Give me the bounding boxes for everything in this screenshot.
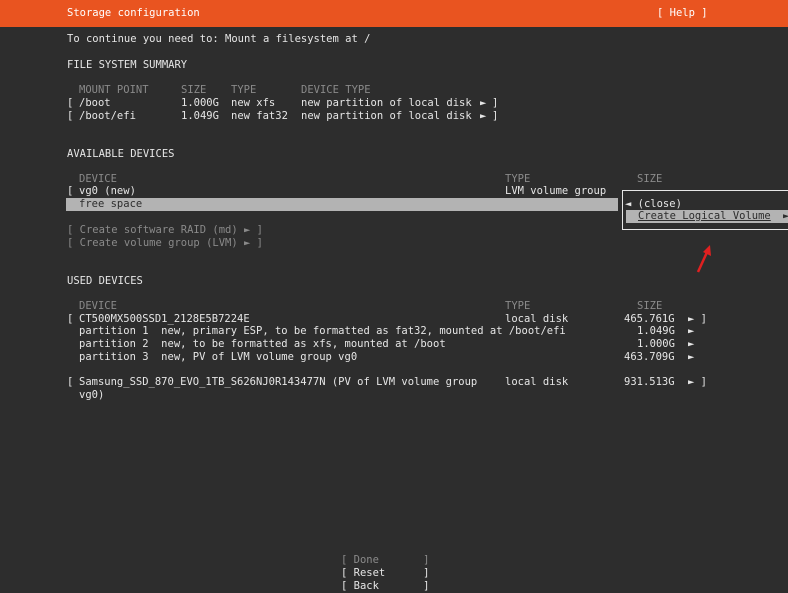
col-size: SIZE [181, 84, 207, 96]
used-devices-heading: USED DEVICES [67, 275, 143, 287]
free-space-row[interactable] [66, 198, 618, 211]
instruction-text: To continue you need to: Mount a filesys… [67, 33, 371, 45]
row-arrow-icon[interactable]: ► [480, 97, 486, 110]
mount-point: /boot [79, 97, 111, 109]
row-bracket-close: ] [492, 110, 499, 122]
disk-name: Samsung_SSD_870_EVO_1TB_S626NJ0R143477N … [79, 376, 478, 388]
col-device: DEVICE [79, 300, 117, 312]
chevron-right-icon: ► [783, 210, 788, 222]
col-size: SIZE [637, 173, 663, 185]
annotation-arrow-icon [696, 245, 711, 273]
vg-name: vg0 (new) [79, 185, 136, 197]
partition-arrow-icon[interactable]: ► [688, 325, 694, 338]
partition-size: 1.049G [637, 325, 675, 337]
col-type: TYPE [505, 300, 531, 312]
size: 1.049G [181, 110, 219, 122]
free-space-label: free space [79, 198, 143, 210]
col-device-type: DEVICE TYPE [301, 84, 371, 96]
disk-type: local disk [505, 313, 569, 325]
row-bracket-open: [ [67, 376, 74, 388]
disk-name: CT500MX500SSD1_2128E5B7224E [79, 313, 250, 325]
header-bar: Storage configuration [ Help ] [0, 0, 788, 27]
col-mount-point: MOUNT POINT [79, 84, 149, 96]
vg-type: LVM volume group [505, 185, 607, 197]
partition-label: partition 1 new, primary ESP, to be form… [79, 325, 566, 337]
back-button[interactable]: [ Back ] [341, 580, 430, 593]
create-vg-button[interactable]: [ Create volume group (LVM) ► ] [67, 237, 263, 250]
mount-point: /boot/efi [79, 110, 136, 122]
help-button[interactable]: [ Help ] [657, 7, 708, 20]
popup-close-item[interactable]: ◄ (close) [625, 198, 682, 211]
col-type: TYPE [231, 84, 257, 96]
fs-type: new xfs [231, 97, 276, 109]
row-bracket-open: [ [67, 313, 74, 325]
partition-size: 463.709G [624, 351, 675, 363]
disk-name-cont: vg0) [79, 389, 105, 401]
row-arrow-icon[interactable]: ► [480, 110, 486, 123]
partition-size: 1.000G [637, 338, 675, 350]
partition-label: partition 3 new, PV of LVM volume group … [79, 351, 358, 363]
fs-type: new fat32 [231, 110, 288, 122]
available-devices-heading: AVAILABLE DEVICES [67, 148, 175, 160]
disk-size: 931.513G [624, 376, 675, 388]
row-bracket-open: [ [67, 110, 74, 122]
disk-type: local disk [505, 376, 569, 388]
fs-summary-heading: FILE SYSTEM SUMMARY [67, 59, 188, 71]
col-size: SIZE [637, 300, 663, 312]
row-bracket-open: [ [67, 97, 74, 109]
device-type: new partition of local disk [301, 110, 472, 122]
disk-menu-arrow[interactable]: ► ] [688, 313, 707, 326]
create-logical-volume-label: Create Logical Volume [638, 210, 771, 222]
reset-button[interactable]: [ Reset ] [341, 567, 430, 580]
partition-arrow-icon[interactable]: ► [688, 351, 694, 364]
row-bracket-close: ] [492, 97, 499, 109]
col-type: TYPE [505, 173, 531, 185]
partition-label: partition 2 new, to be formatted as xfs,… [79, 338, 446, 350]
disk-menu-arrow[interactable]: ► ] [688, 376, 707, 389]
col-device: DEVICE [79, 173, 117, 185]
device-type: new partition of local disk [301, 97, 472, 109]
done-button[interactable]: [ Done ] [341, 554, 430, 567]
disk-size: 465.761G [624, 313, 675, 325]
row-bracket-open: [ [67, 185, 74, 197]
size: 1.000G [181, 97, 219, 109]
partition-arrow-icon[interactable]: ► [688, 338, 694, 351]
page-title: Storage configuration [67, 7, 200, 19]
create-raid-button[interactable]: [ Create software RAID (md) ► ] [67, 224, 263, 237]
